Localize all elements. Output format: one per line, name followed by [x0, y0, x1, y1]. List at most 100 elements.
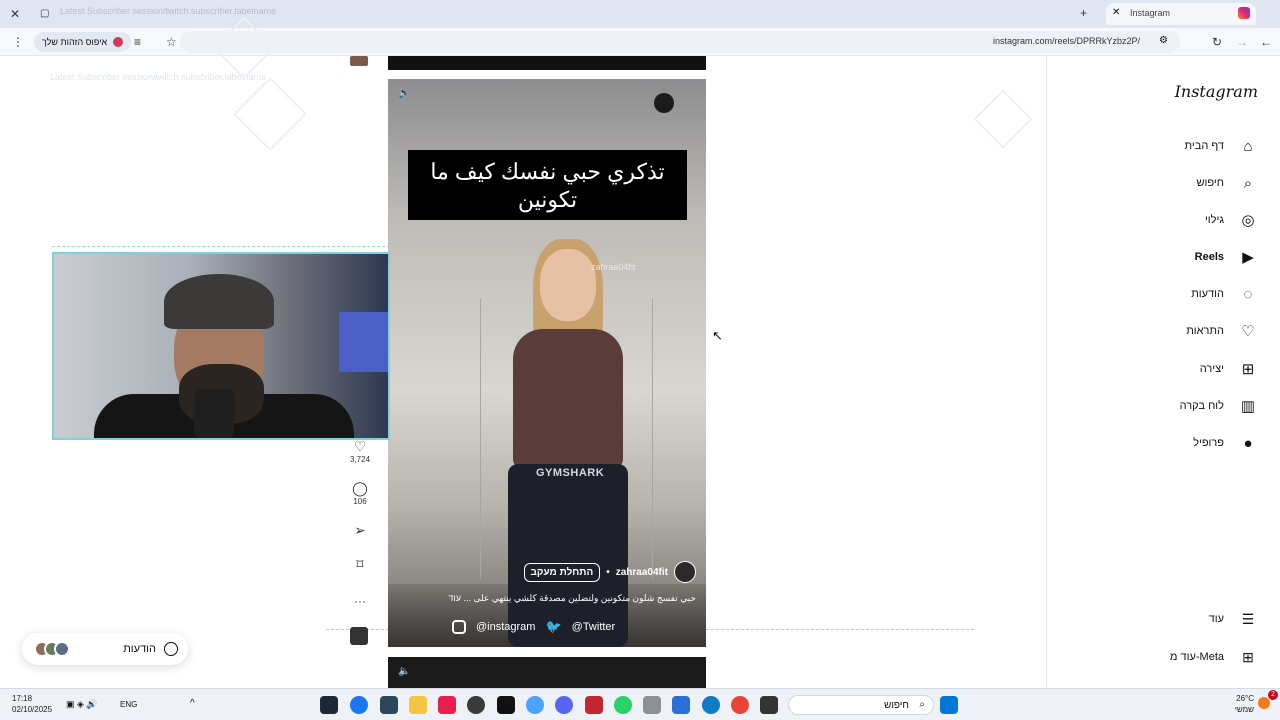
heart-icon: ♡ — [1241, 323, 1255, 340]
file-explorer-icon[interactable] — [409, 696, 427, 714]
home-icon: ⌂ — [1243, 137, 1253, 155]
browser-toolbar: ⋮ איפוס הזהות שלך ≡ ☆ ⧉ instagram.com/re… — [0, 28, 1280, 56]
site-settings-icon[interactable]: ⚙ — [1159, 35, 1168, 46]
steam-icon[interactable] — [320, 696, 338, 714]
search-icon: ⌕ — [1243, 174, 1253, 192]
tab-title: Instagram — [1130, 8, 1171, 18]
cabinet-line — [480, 299, 481, 579]
reel-video[interactable]: GYMSHARK 🔈 تذكري حبي نفسك كيف ما تكونين … — [388, 79, 706, 647]
follow-button[interactable]: התחלת מעקב — [523, 562, 601, 582]
dashboard-icon: ▥ — [1240, 398, 1256, 415]
bookmark-star-icon[interactable]: ☆ — [166, 35, 177, 49]
social-instagram: @instagram — [476, 621, 536, 633]
facebook-icon[interactable] — [350, 696, 368, 714]
instagram-logo[interactable]: Instagram — [1175, 82, 1258, 101]
weather-temp: 26°C — [1236, 694, 1254, 703]
twitter-bird-icon: 🐦 — [545, 619, 562, 634]
back-icon[interactable]: ← — [1260, 35, 1272, 49]
new-tab-icon[interactable]: + — [1080, 6, 1087, 20]
overlay-diamond-gem — [973, 89, 1033, 149]
weather-desc: שמשי — [1234, 705, 1254, 714]
reload-icon[interactable]: ↻ — [1212, 35, 1222, 49]
tray-icons[interactable]: ▣ ◈ 🔊 — [66, 699, 98, 710]
social-twitter: @Twitter — [571, 621, 616, 633]
calculator-icon[interactable] — [643, 696, 661, 714]
author-name[interactable]: zahraa04fit — [616, 567, 668, 578]
mute-icon[interactable]: 🔈 — [398, 88, 410, 100]
profile-avatar-icon: ● — [1243, 434, 1253, 452]
forward-icon[interactable]: → — [1236, 35, 1248, 49]
previous-reel-avatar[interactable] — [350, 56, 368, 66]
like-button[interactable]: ♡ 3,724 — [350, 438, 370, 464]
plus-square-icon: ⊞ — [1241, 361, 1255, 378]
steam-alt-icon[interactable] — [380, 696, 398, 714]
mouse-cursor: ↖ — [712, 328, 723, 343]
nav-item-label: גילוי — [1204, 214, 1224, 226]
comment-count: 106 — [353, 497, 367, 506]
more-options-icon[interactable]: ··· — [350, 594, 370, 608]
chrome-icon[interactable] — [731, 696, 749, 714]
nav-item-label: התראות — [1186, 325, 1224, 337]
taskbar-clock[interactable]: 17:18 02/10/2025 — [12, 693, 52, 715]
edge-icon[interactable] — [702, 696, 720, 714]
next-reel[interactable]: 🔈 — [388, 657, 706, 688]
nav-item-2[interactable]: ⌕ חיפוש — [1197, 171, 1258, 195]
messages-pill[interactable]: הודעות — [22, 633, 188, 665]
terminal-icon[interactable] — [760, 696, 778, 714]
adobe-icon[interactable] — [585, 696, 603, 714]
tab-instagram[interactable]: ✕ Instagram — [1106, 3, 1256, 25]
overlay-diamond-star — [233, 77, 307, 151]
comment-button[interactable]: ◯ 106 — [350, 480, 370, 506]
menu-dots-icon[interactable]: ⋮ — [12, 35, 24, 49]
comment-icon: ◯ — [352, 480, 368, 496]
windows-start-icon[interactable] — [940, 696, 958, 714]
address-bar[interactable]: instagram.com/reels/DPRRkYzbz2P/ ⚙ — [180, 31, 1180, 53]
instagram-favicon-icon — [1238, 7, 1250, 19]
close-icon[interactable]: ✕ — [10, 7, 20, 21]
audio-thumbnail[interactable] — [350, 627, 368, 645]
author-avatar[interactable] — [674, 561, 696, 583]
nav-also-meta[interactable]: ⊞ עוד מ-Meta — [1170, 645, 1258, 669]
whatsapp-icon[interactable] — [614, 696, 632, 714]
nav-item-label: לוח בקרה — [1179, 400, 1224, 412]
profile-chip[interactable]: איפוס הזהות שלך — [34, 32, 132, 52]
previous-reel-edge[interactable] — [388, 56, 706, 70]
nav-more[interactable]: ☰ עוד — [1209, 607, 1258, 631]
save-icon[interactable]: ⌑ — [350, 556, 370, 573]
webcam-microphone — [194, 389, 234, 438]
nav-item-1[interactable]: ⌂ דף הבית — [1185, 134, 1258, 158]
tab-close-icon[interactable]: ✕ — [1112, 7, 1120, 18]
instagram-sidebar: Instagram ⌂ דף הבית ⌕ חיפוש ◎ גילוי ▶ Reels ◌ הוד… — [1046, 56, 1280, 688]
discord-icon[interactable] — [555, 696, 573, 714]
person-head — [540, 249, 596, 321]
nav-item-5[interactable]: ◌ הודעות — [1191, 282, 1258, 306]
taskbar-search[interactable]: חיפוש ⌕ — [788, 695, 934, 715]
nav-item-6[interactable]: ♡ התראות — [1186, 319, 1258, 343]
weather-widget[interactable]: 26°C שמשי — [1235, 693, 1254, 715]
url-text: instagram.com/reels/DPRRkYzbz2P/ — [992, 36, 1140, 46]
nav-item-label: יצירה — [1199, 363, 1224, 375]
nav-item-3[interactable]: ◎ גילוי — [1205, 208, 1258, 232]
tiktok-icon[interactable] — [497, 696, 515, 714]
obs-icon[interactable] — [467, 696, 485, 714]
app-icon[interactable] — [672, 696, 690, 714]
nav-item-4[interactable]: ▶ Reels — [1195, 245, 1258, 269]
app-icon[interactable] — [438, 696, 456, 714]
reels-icon: ▶ — [1242, 249, 1254, 266]
mute-icon[interactable]: 🔈 — [398, 666, 410, 677]
app-icon[interactable] — [526, 696, 544, 714]
playlist-icon[interactable]: ≡ — [134, 35, 141, 49]
notification-badge[interactable]: 2 — [1268, 690, 1278, 700]
waistband-text: GYMSHARK — [536, 467, 605, 479]
reel-description[interactable]: حبي تفسج شلون متكونين ولتضلين مصدقة كلشي… — [438, 593, 696, 604]
nav-item-9[interactable]: ● פרופיל — [1193, 431, 1258, 455]
nav-item-label: הודעות — [1191, 288, 1224, 300]
restore-icon[interactable]: ▢ — [40, 7, 49, 21]
profile-icon — [113, 37, 124, 47]
share-icon[interactable]: ➢ — [350, 522, 370, 539]
nav-item-8[interactable]: ▥ לוח בקרה — [1180, 394, 1258, 418]
input-language[interactable]: ENG — [120, 700, 137, 709]
webcam-monitor — [339, 312, 388, 372]
nav-item-7[interactable]: ⊞ יצירה — [1200, 357, 1258, 381]
tray-expand-icon[interactable]: ^ — [190, 698, 195, 709]
